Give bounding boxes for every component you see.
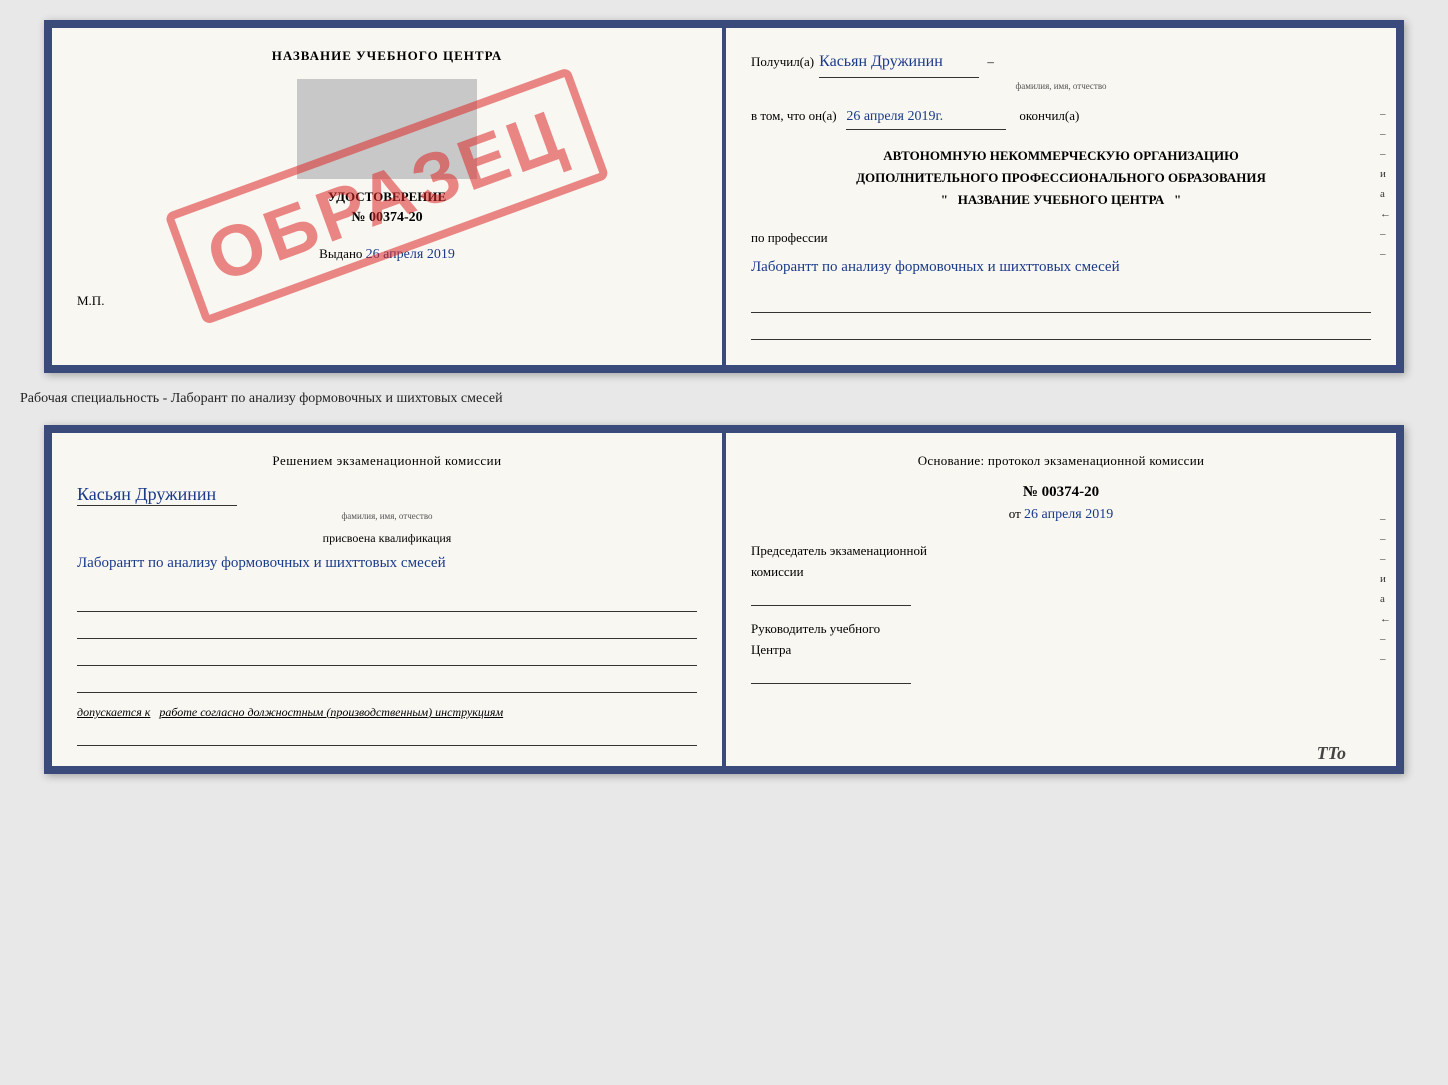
- cert-left-page: НАЗВАНИЕ УЧЕБНОГО ЦЕНТРА УДОСТОВЕРЕНИЕ №…: [52, 28, 726, 365]
- dash-after-name: –: [984, 50, 994, 73]
- bottom-line-2: [77, 617, 697, 639]
- osnovanie-text: Основание: протокол экзаменационной коми…: [751, 453, 1371, 469]
- org-line2: ДОПОЛНИТЕЛЬНОГО ПРОФЕССИОНАЛЬНОГО ОБРАЗО…: [751, 167, 1371, 189]
- bmark-a: а: [1380, 593, 1391, 605]
- ot-label: от: [1009, 506, 1021, 521]
- cert-number: № 00374-20: [77, 210, 697, 226]
- vtom-date: 26 апреля 2019г.: [846, 104, 1006, 130]
- bmark-1: –: [1380, 513, 1391, 525]
- predsedatel-label-2: комиссии: [751, 564, 1371, 580]
- bmark-i: и: [1380, 573, 1391, 585]
- mark-arrow: ←: [1380, 208, 1391, 220]
- org-quote2: ": [1174, 192, 1181, 207]
- cert-right-content: Получил(а) Касьян Дружинин – фамилия, им…: [751, 48, 1371, 340]
- rukovoditel-label-1: Руководитель учебного: [751, 621, 1371, 637]
- predsedatel-signature-line: [751, 588, 911, 606]
- dopuskaetsya-block: допускается к работе согласно должностны…: [77, 705, 697, 720]
- org-line1: АВТОНОМНУЮ НЕКОММЕРЧЕСКУЮ ОРГАНИЗАЦИЮ: [751, 145, 1371, 167]
- okonchil-label: окончил(а): [1019, 108, 1079, 123]
- certificate-book-top: НАЗВАНИЕ УЧЕБНОГО ЦЕНТРА УДОСТОВЕРЕНИЕ №…: [44, 20, 1404, 373]
- kvali-text: Лаборантт по анализу формовочных и шихтт…: [77, 551, 697, 575]
- bottom-line-1: [77, 590, 697, 612]
- mark-i: и: [1380, 168, 1391, 180]
- cert-profession-block: по профессии Лаборантт по анализу формов…: [751, 226, 1371, 280]
- dopusk-label: допускается к: [77, 705, 150, 719]
- ot-date: 26 апреля 2019: [1024, 507, 1113, 522]
- certificate-book-bottom: Решением экзаменационной комиссии Касьян…: [44, 425, 1404, 774]
- org-quote1: ": [941, 192, 948, 207]
- vydano-label: Выдано: [319, 246, 362, 261]
- vydano-date: 26 апреля 2019: [366, 247, 455, 262]
- cert-line-1: [751, 291, 1371, 313]
- bottom-name: Касьян Дружинин: [77, 484, 237, 506]
- bottom-line-3: [77, 644, 697, 666]
- cert-poluchil-row: Получил(а) Касьян Дружинин –: [751, 48, 1371, 78]
- bottom-number: № 00374-20: [751, 484, 1371, 501]
- cert-udostoverenie-label: УДОСТОВЕРЕНИЕ: [77, 189, 697, 205]
- cert-vydano: Выдано 26 апреля 2019: [77, 246, 697, 263]
- rukovoditel-signature-line: [751, 666, 911, 684]
- poluchil-name: Касьян Дружинин: [819, 48, 979, 78]
- org-name: НАЗВАНИЕ УЧЕБНОГО ЦЕНТРА: [958, 192, 1165, 207]
- mark-3: –: [1380, 148, 1391, 160]
- cert-school-title: НАЗВАНИЕ УЧЕБНОГО ЦЕНТРА: [77, 48, 697, 64]
- mark-a: а: [1380, 188, 1391, 200]
- bottom-right-marks: – – – и а ← – –: [1380, 513, 1391, 665]
- bottom-line-4: [77, 671, 697, 693]
- dopusk-line: [77, 728, 697, 746]
- prisvoena-label: присвоена квалификация: [77, 531, 697, 546]
- cert-mp: М.П.: [77, 293, 697, 309]
- bottom-name-row: Касьян Дружинин: [77, 484, 697, 506]
- cert-org-block: АВТОНОМНУЮ НЕКОММЕРЧЕСКУЮ ОРГАНИЗАЦИЮ ДО…: [751, 145, 1371, 211]
- cert-line-2: [751, 318, 1371, 340]
- bottom-name-sublabel: фамилия, имя, отчество: [77, 511, 697, 521]
- bmark-2: –: [1380, 533, 1391, 545]
- profession-label: по профессии: [751, 230, 828, 245]
- bmark-3: –: [1380, 553, 1391, 565]
- predsedatel-label-1: Председатель экзаменационной: [751, 543, 1371, 559]
- mark-2: –: [1380, 128, 1391, 140]
- bmark-4: –: [1380, 633, 1391, 645]
- org-name-line: " НАЗВАНИЕ УЧЕБНОГО ЦЕНТРА ": [751, 189, 1371, 211]
- bottom-left-page: Решением экзаменационной комиссии Касьян…: [52, 433, 726, 766]
- resheniem-label: Решением экзаменационной комиссии: [77, 453, 697, 469]
- cert-photo-placeholder: [297, 79, 477, 179]
- rukovoditel-label-2: Центра: [751, 642, 1371, 658]
- mark-4: –: [1380, 228, 1391, 240]
- poluchil-label: Получил(а): [751, 50, 814, 73]
- dopusk-text: работе согласно должностным (производств…: [159, 705, 503, 719]
- mark-1: –: [1380, 108, 1391, 120]
- mark-5: –: [1380, 248, 1391, 260]
- cert-right-page: Получил(а) Касьян Дружинин – фамилия, им…: [726, 28, 1396, 365]
- poluchil-sublabel: фамилия, имя, отчество: [751, 78, 1371, 94]
- cert-lines-block: [751, 291, 1371, 340]
- profession-text: Лаборантт по анализу формовочных и шихтт…: [751, 254, 1371, 281]
- bmark-5: –: [1380, 653, 1391, 665]
- bottom-lines-block: [77, 590, 697, 693]
- right-side-marks: – – – и а ← – –: [1380, 108, 1391, 260]
- vtom-row: в том, что он(а) 26 апреля 2019г. окончи…: [751, 104, 1371, 130]
- separator-text: Рабочая специальность - Лаборант по анал…: [20, 383, 1428, 415]
- vtom-label: в том, что он(а): [751, 108, 837, 123]
- bmark-arrow: ←: [1380, 613, 1391, 625]
- bottom-right-page: Основание: протокол экзаменационной коми…: [726, 433, 1396, 766]
- bottom-date-row: от 26 апреля 2019: [751, 506, 1371, 523]
- tto-mark: TTo: [1317, 743, 1346, 764]
